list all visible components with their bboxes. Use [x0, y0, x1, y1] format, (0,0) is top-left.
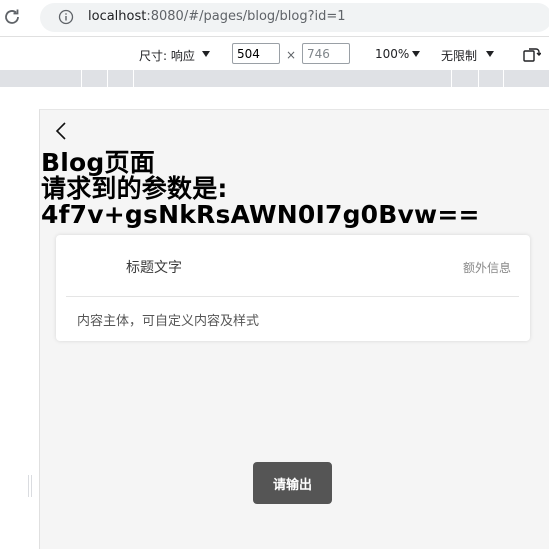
- browser-address-row: localhost:8080/#/pages/blog/blog?id=1: [0, 0, 549, 36]
- device-viewport: Blog页面 请求到的参数是: 4f7v+gsNkRsAWN0I7g0Bvw==…: [39, 109, 549, 549]
- chevron-down-icon: [486, 51, 494, 57]
- rotate-icon[interactable]: [523, 47, 541, 63]
- url-path: :8080/#/pages/blog/blog?id=1: [146, 9, 346, 24]
- info-icon[interactable]: [58, 9, 74, 25]
- height-input[interactable]: 746: [302, 43, 350, 64]
- card: 标题文字 额外信息 内容主体，可自定义内容及样式: [56, 235, 530, 341]
- dimensions-dropdown[interactable]: 尺寸: 响应: [139, 47, 195, 64]
- chevron-down-icon: [412, 51, 420, 57]
- card-body: 内容主体，可自定义内容及样式: [77, 314, 260, 329]
- ruler-tick: [478, 70, 479, 87]
- ruler-tick: [133, 70, 134, 87]
- output-button[interactable]: 请输出: [253, 462, 332, 504]
- throttle-dropdown[interactable]: 无限制: [441, 47, 477, 64]
- ruler-tick: [451, 70, 452, 87]
- url-host: localhost: [88, 9, 147, 24]
- card-extra: 额外信息: [462, 261, 511, 275]
- dimension-separator: ×: [286, 48, 297, 62]
- resize-handle[interactable]: [28, 475, 32, 497]
- media-query-ruler[interactable]: [0, 70, 549, 87]
- card-title: 标题文字: [126, 260, 182, 276]
- url-text[interactable]: localhost:8080/#/pages/blog/blog?id=1: [88, 9, 346, 24]
- zoom-dropdown[interactable]: 100%: [375, 47, 409, 61]
- ruler-tick: [503, 70, 504, 87]
- width-input[interactable]: 504: [232, 43, 280, 64]
- device-toolbar: 尺寸: 响应 504 × 746 100% 无限制: [0, 36, 549, 70]
- reload-icon[interactable]: [2, 7, 22, 27]
- ruler-tick: [81, 70, 82, 87]
- ruler-tick: [107, 70, 108, 87]
- page-title: Blog页面 请求到的参数是: 4f7v+gsNkRsAWN0I7g0Bvw==: [41, 148, 480, 229]
- back-arrow-icon[interactable]: [52, 120, 70, 142]
- card-divider: [66, 296, 519, 297]
- chevron-down-icon: [202, 51, 210, 57]
